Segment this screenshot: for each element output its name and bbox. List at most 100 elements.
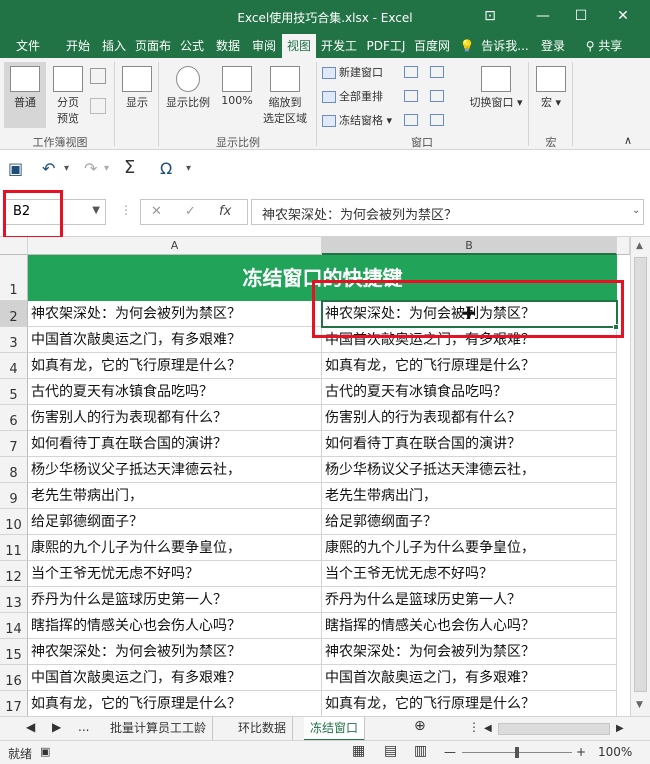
tab-view[interactable]: 视图 [282, 34, 316, 58]
cell-a[interactable]: 乔丹为什么是篮球历史第一人？ [28, 587, 322, 613]
cell-a[interactable]: 瞎指挥的情感关心也会伤人心吗？ [28, 613, 322, 639]
macro-record-icon[interactable]: ▣ [40, 745, 50, 758]
tell-me-search[interactable]: 告诉我... [478, 34, 532, 58]
tab-home[interactable]: 开始 [60, 34, 96, 58]
scroll-left-icon[interactable]: ◀ [484, 723, 492, 734]
tab-split-grip[interactable]: ⋮ [468, 720, 480, 734]
cell-b[interactable]: 如真有龙，它的飞行原理是什么？ [322, 691, 617, 716]
scroll-down-icon[interactable]: ▼ [636, 700, 643, 710]
row-header[interactable]: 16 [0, 665, 28, 691]
synchronous-scrolling-icon[interactable] [430, 90, 444, 102]
column-header-a[interactable]: A [28, 237, 322, 255]
sign-in-link[interactable]: 登录 [535, 34, 571, 58]
cell-b[interactable]: 给足郭德纲面子？ [322, 509, 617, 535]
enter-icon[interactable]: ✓ [185, 204, 196, 219]
normal-view-button[interactable]: 普通 [4, 62, 46, 128]
undo-icon[interactable]: ↶ [42, 159, 55, 178]
cell-b[interactable]: 瞎指挥的情感关心也会伤人心吗？ [322, 613, 617, 639]
cancel-icon[interactable]: ✕ [151, 204, 162, 219]
cell-b[interactable]: 乔丹为什么是篮球历史第一人？ [322, 587, 617, 613]
cell-a[interactable]: 中国首次敲奥运之门，有多艰难？ [28, 327, 322, 353]
next-sheet-icon[interactable]: ▶ [52, 720, 61, 734]
cell-a[interactable]: 如真有龙，它的飞行原理是什么？ [28, 353, 322, 379]
cell-b[interactable]: 伤害别人的行为表现都有什么？ [322, 405, 617, 431]
save-icon[interactable]: ▣ [8, 159, 23, 178]
lightbulb-icon[interactable]: 💡 [456, 34, 478, 58]
undo-dropdown-icon[interactable]: ▾ [64, 163, 69, 174]
tab-formulas[interactable]: 公式 [176, 34, 208, 58]
row-header[interactable]: 13 [0, 587, 28, 613]
maximize-icon[interactable]: ☐ [568, 6, 594, 26]
cell-a[interactable]: 康熙的九个儿子为什么要争皇位， [28, 535, 322, 561]
view-side-by-side-icon[interactable] [430, 66, 444, 78]
scroll-up-icon[interactable]: ▲ [636, 241, 643, 251]
tab-review[interactable]: 审阅 [248, 34, 280, 58]
row-header[interactable]: 15 [0, 639, 28, 665]
customize-qat-icon[interactable]: ▾ [186, 163, 191, 174]
cell-a[interactable]: 中国首次敲奥运之门，有多艰难？ [28, 665, 322, 691]
redo-icon[interactable]: ↷ [84, 159, 97, 178]
expand-formula-bar-icon[interactable]: ⌄ [632, 205, 640, 216]
cell-a[interactable]: 当个王爷无忧无虑不好吗？ [28, 561, 322, 587]
row-header[interactable]: 9 [0, 483, 28, 509]
sheet-tab[interactable]: 环比数据 [232, 717, 294, 741]
row-header[interactable]: 17 [0, 691, 28, 716]
close-icon[interactable]: ✕ [610, 6, 636, 26]
page-break-view-icon[interactable]: ▥ [414, 743, 427, 759]
formula-bar-grip[interactable]: ⋮ [120, 203, 132, 217]
cell-b[interactable]: 当个王爷无忧无虑不好吗？ [322, 561, 617, 587]
page-layout-icon[interactable] [90, 68, 106, 84]
vertical-scrollbar[interactable]: ▲ ▼ [630, 237, 650, 716]
select-all-corner[interactable] [0, 237, 28, 255]
cell-a[interactable]: 神农架深处：为何会被列为禁区？ [28, 639, 322, 665]
split-icon[interactable] [404, 66, 418, 78]
cell-b[interactable]: 康熙的九个儿子为什么要争皇位， [322, 535, 617, 561]
row-header[interactable]: 2 [0, 301, 28, 327]
row-header[interactable]: 14 [0, 613, 28, 639]
new-window-button[interactable]: 新建窗口 [322, 64, 402, 80]
cell-b[interactable]: 神农架深处：为何会被列为禁区？ [322, 639, 617, 665]
tab-developer[interactable]: 开发工 [318, 34, 360, 58]
page-layout-view-icon[interactable]: ▤ [384, 743, 397, 759]
formula-input[interactable]: 神农架深处：为何会被列为禁区？ [251, 199, 644, 225]
column-header-b[interactable]: B [322, 237, 617, 255]
cell-b[interactable]: 老先生带病出门， [322, 483, 617, 509]
cell-a[interactable]: 如真有龙，它的飞行原理是什么？ [28, 691, 322, 716]
horizontal-scrollbar[interactable] [498, 723, 610, 735]
cell-b[interactable]: 中国首次敲奥运之门，有多艰难？ [322, 665, 617, 691]
unhide-icon[interactable] [404, 114, 418, 126]
show-button[interactable]: 显示 [120, 66, 154, 110]
row-header[interactable]: 10 [0, 509, 28, 535]
cell-a[interactable]: 古代的夏天有冰镇食品吃吗？ [28, 379, 322, 405]
column-header-c[interactable] [617, 237, 630, 255]
cell-b[interactable]: 古代的夏天有冰镇食品吃吗？ [322, 379, 617, 405]
row-header[interactable]: 1 [0, 255, 28, 301]
zoom-in-icon[interactable]: + [576, 745, 586, 759]
symbol-icon[interactable]: Ω [160, 159, 172, 178]
cell-a[interactable]: 神农架深处：为何会被列为禁区？ [28, 301, 322, 327]
zoom-level[interactable]: 100% [598, 745, 632, 759]
cell-b[interactable]: 杨少华杨议父子抵达天津德云社， [322, 457, 617, 483]
collapse-ribbon-icon[interactable]: ∧ [624, 134, 632, 147]
cell-a[interactable]: 杨少华杨议父子抵达天津德云社， [28, 457, 322, 483]
reset-window-position-icon[interactable] [430, 114, 444, 126]
row-header[interactable]: 12 [0, 561, 28, 587]
tab-file[interactable]: 文件 [8, 34, 48, 58]
tab-data[interactable]: 数据 [211, 34, 245, 58]
tab-baidu[interactable]: 百度网 [410, 34, 454, 58]
chevron-down-icon[interactable]: ▼ [92, 205, 100, 216]
redo-dropdown-icon[interactable]: ▾ [104, 163, 109, 174]
zoom-button[interactable]: 显示比例 [164, 66, 212, 110]
insert-function-icon[interactable]: fx [219, 204, 231, 219]
macros-button[interactable]: 宏 ▾ [534, 66, 568, 110]
more-sheets-button[interactable]: ... [78, 720, 89, 734]
zoom-out-icon[interactable]: — [444, 745, 456, 759]
cell-a[interactable]: 给足郭德纲面子？ [28, 509, 322, 535]
tab-pdf[interactable]: PDF工J [364, 34, 408, 58]
tab-page-layout[interactable]: 页面布 [132, 34, 174, 58]
cell-b[interactable]: 如何看待丁真在联合国的演讲？ [322, 431, 617, 457]
switch-window-button[interactable]: 切换窗口 ▾ [466, 66, 526, 110]
scroll-right-icon[interactable]: ▶ [616, 723, 624, 734]
row-header[interactable]: 7 [0, 431, 28, 457]
minimize-icon[interactable]: — [530, 6, 556, 26]
